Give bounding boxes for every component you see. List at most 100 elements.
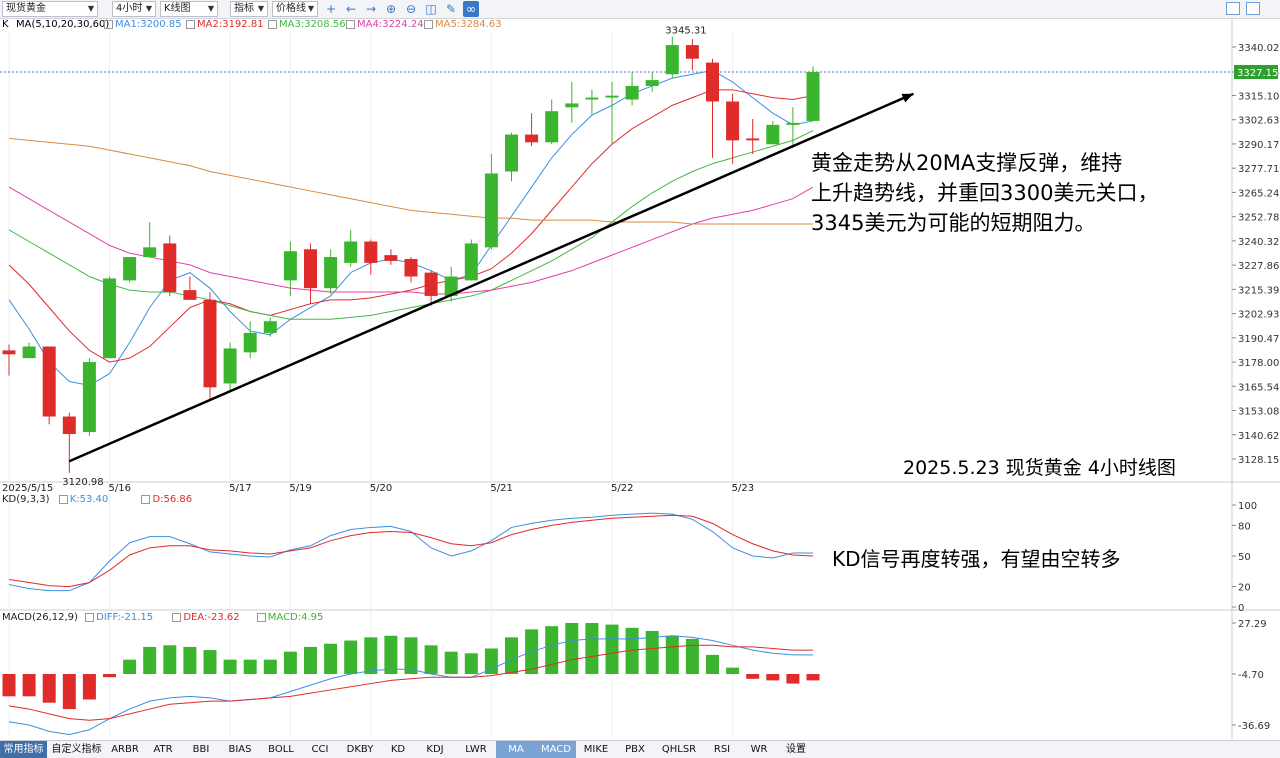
candle-body — [123, 257, 137, 281]
zoom-in-icon[interactable]: ⊕ — [383, 1, 399, 17]
macd-histogram-bar — [665, 635, 679, 674]
analysis-annotation: 黄金走势从20MA支撑反弹，维持 上升趋势线，并重回3300美元关口， 3345… — [811, 148, 1158, 238]
macd-dea-text: DEA:-23.62 — [183, 612, 240, 623]
tab-0[interactable]: 常用指标 — [0, 741, 47, 758]
high-price-label: 3345.31 — [665, 26, 706, 37]
ma-line-ma5 — [8, 137, 813, 225]
candle-body — [766, 124, 780, 145]
macd-histogram-bar — [42, 674, 56, 703]
candle-body — [243, 332, 257, 353]
period-select[interactable]: 4小时 ▼ — [112, 1, 156, 17]
candle-body — [263, 321, 277, 333]
checkbox-icon — [172, 612, 182, 622]
tab-16[interactable]: QHLSR — [654, 741, 704, 758]
tab-9[interactable]: KD — [382, 741, 414, 758]
symbol-select[interactable]: 现货黄金 ▼ — [2, 1, 98, 17]
candle-body — [404, 258, 418, 277]
checkbox-icon — [85, 612, 95, 622]
candle-body — [22, 346, 36, 359]
price-tick-label: 3302.63 — [1238, 116, 1279, 127]
arrow-right-icon[interactable]: → — [363, 1, 379, 17]
price-tick-label: 3240.32 — [1238, 237, 1279, 248]
annotation-line-3: 3345美元为可能的短期阻力。 — [811, 211, 1096, 235]
tab-18[interactable]: WR — [740, 741, 778, 758]
macd-title: MACD(26,12,9) — [2, 612, 78, 623]
tab-13[interactable]: MACD — [536, 741, 576, 758]
price-tick-label: 3128.15 — [1238, 455, 1279, 466]
macd-histogram-bar — [786, 674, 800, 684]
zoom-out-icon[interactable]: ⊖ — [403, 1, 419, 17]
period-select-label: 4小时 — [116, 3, 143, 14]
arrow-left-icon[interactable]: ← — [343, 1, 359, 17]
tab-17[interactable]: RSI — [704, 741, 740, 758]
macd-histogram-bar — [685, 638, 699, 674]
price-tick-label: 3140.62 — [1238, 431, 1279, 442]
ma-line-ma2 — [8, 89, 814, 363]
tab-5[interactable]: BIAS — [220, 741, 260, 758]
candle-body — [364, 241, 378, 263]
tab-6[interactable]: BOLL — [260, 741, 302, 758]
candle-body — [464, 243, 478, 281]
macd-histogram-bar — [364, 637, 378, 674]
annotation-line-1: 黄金走势从20MA支撑反弹，维持 — [811, 151, 1123, 175]
tab-4[interactable]: BBI — [182, 741, 220, 758]
link-icon[interactable]: ∞ — [463, 1, 479, 17]
chart-canvas[interactable]: 3340.02 3327.15 3315.10 3302.63 3290.17 3277.… — [0, 18, 1280, 740]
price-line-select[interactable]: 价格线 ▼ — [272, 1, 318, 17]
candle-body — [223, 348, 237, 384]
kd-d-text: D:56.86 — [152, 494, 193, 505]
date-label: 5/22 — [611, 483, 633, 494]
pencil-icon[interactable]: ✎ — [443, 1, 459, 17]
chevron-down-icon: ▼ — [307, 4, 314, 13]
macd-histogram-bar — [464, 653, 478, 674]
chart-type-select[interactable]: K线图 ▼ — [160, 1, 218, 17]
chart-caption: 2025.5.23 现货黄金 4小时线图 — [903, 457, 1176, 479]
macd-histogram-bar — [263, 659, 277, 674]
macd-dea-value: DEA:-23.62 — [172, 612, 240, 623]
tab-7[interactable]: CCI — [302, 741, 338, 758]
macd-histogram-bar — [304, 646, 317, 674]
candle-body — [42, 346, 56, 417]
macd-histogram-bar — [746, 674, 760, 679]
kd-k-value: K:53.40 — [58, 494, 108, 505]
macd-histogram-bar — [2, 674, 16, 697]
candle-body — [565, 103, 579, 108]
ma-line-ma3 — [8, 130, 814, 320]
macd-histogram-bar — [706, 654, 719, 674]
tab-14[interactable]: MIKE — [576, 741, 616, 758]
candle-body — [545, 111, 559, 143]
indicator-select[interactable]: 指标 ▼ — [230, 1, 268, 17]
tab-10[interactable]: KDJ — [414, 741, 456, 758]
candle-body — [505, 134, 518, 172]
indicator-tab-bar: 常用指标 自定义指标 ARBR ATR BBI BIAS BOLL CCI DKBY KD KDJ L… — [0, 740, 1280, 758]
tab-15[interactable]: PBX — [616, 741, 654, 758]
restore-window-icon[interactable] — [1226, 2, 1240, 15]
kd-title: KD(9,3,3) — [2, 494, 50, 505]
tab-12[interactable]: MA — [496, 741, 536, 758]
tab-11[interactable]: LWR — [456, 741, 496, 758]
reset-icon[interactable]: ◫ — [423, 1, 439, 17]
macd-histogram-bar — [62, 674, 76, 710]
tab-3[interactable]: ATR — [144, 741, 182, 758]
crosshair-icon[interactable]: + — [323, 1, 339, 17]
price-tick-label: 3277.71 — [1238, 164, 1279, 175]
tab-8[interactable]: DKBY — [338, 741, 382, 758]
tab-19[interactable]: 设置 — [778, 741, 814, 758]
date-label: 2025/5/15 — [2, 483, 53, 494]
candle-body — [183, 290, 197, 300]
indicator-label: 指标 — [234, 3, 254, 14]
tab-2[interactable]: ARBR — [106, 741, 144, 758]
toolbar: 现货黄金 ▼ 4小时 ▼ K线图 ▼ 指标 ▼ 价格线 ▼ + ← → ⊕ ⊖ ◫ ✎ ∞ — [0, 0, 1280, 19]
date-label: 5/16 — [109, 483, 131, 494]
macd-histogram-bar — [143, 646, 157, 674]
kd-tick-label: 20 — [1238, 583, 1251, 594]
maximize-window-icon[interactable] — [1246, 2, 1260, 15]
candle-body — [143, 247, 157, 258]
candle-body — [82, 362, 96, 433]
checkbox-icon — [58, 494, 68, 504]
candle-body — [424, 272, 438, 296]
candle-body — [665, 45, 679, 75]
symbol-select-label: 现货黄金 — [6, 3, 46, 14]
tab-1[interactable]: 自定义指标 — [47, 741, 106, 758]
price-line-label: 价格线 — [276, 3, 306, 14]
